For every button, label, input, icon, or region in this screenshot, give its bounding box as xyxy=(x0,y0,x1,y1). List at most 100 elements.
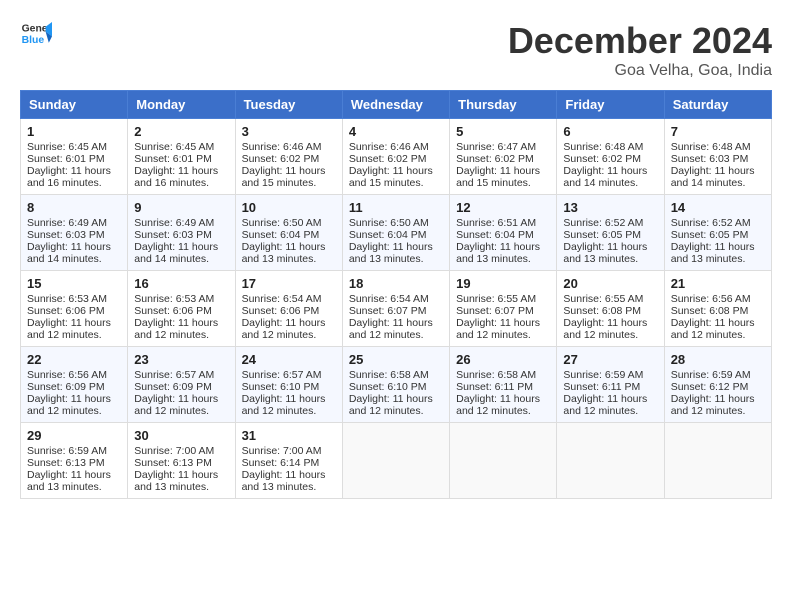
calendar-cell: 30 Sunrise: 7:00 AM Sunset: 6:13 PM Dayl… xyxy=(128,423,235,499)
sunset-label: Sunset: 6:03 PM xyxy=(671,153,749,165)
calendar-cell: 9 Sunrise: 6:49 AM Sunset: 6:03 PM Dayli… xyxy=(128,195,235,271)
weekday-header-wednesday: Wednesday xyxy=(342,91,449,119)
sunrise-label: Sunrise: 6:48 AM xyxy=(563,141,643,153)
calendar-cell: 11 Sunrise: 6:50 AM Sunset: 6:04 PM Dayl… xyxy=(342,195,449,271)
sunrise-label: Sunrise: 6:50 AM xyxy=(242,217,322,229)
daylight-label: Daylight: 11 hours and 13 minutes. xyxy=(242,241,326,265)
sunset-label: Sunset: 6:02 PM xyxy=(563,153,641,165)
sunrise-label: Sunrise: 6:56 AM xyxy=(27,369,107,381)
calendar-cell: 22 Sunrise: 6:56 AM Sunset: 6:09 PM Dayl… xyxy=(21,347,128,423)
calendar-cell: 2 Sunrise: 6:45 AM Sunset: 6:01 PM Dayli… xyxy=(128,119,235,195)
sunrise-label: Sunrise: 6:54 AM xyxy=(242,293,322,305)
sunrise-label: Sunrise: 6:58 AM xyxy=(456,369,536,381)
daylight-label: Daylight: 11 hours and 12 minutes. xyxy=(456,393,540,417)
day-number: 16 xyxy=(134,276,228,291)
daylight-label: Daylight: 11 hours and 12 minutes. xyxy=(671,393,755,417)
daylight-label: Daylight: 11 hours and 12 minutes. xyxy=(349,317,433,341)
weekday-header-thursday: Thursday xyxy=(450,91,557,119)
day-number: 22 xyxy=(27,352,121,367)
sunset-label: Sunset: 6:09 PM xyxy=(134,381,212,393)
sunrise-label: Sunrise: 6:58 AM xyxy=(349,369,429,381)
day-number: 14 xyxy=(671,200,765,215)
weekday-header-tuesday: Tuesday xyxy=(235,91,342,119)
sunset-label: Sunset: 6:09 PM xyxy=(27,381,105,393)
page-header: General Blue December 2024 Goa Velha, Go… xyxy=(20,20,772,80)
calendar-cell: 26 Sunrise: 6:58 AM Sunset: 6:11 PM Dayl… xyxy=(450,347,557,423)
daylight-label: Daylight: 11 hours and 12 minutes. xyxy=(563,393,647,417)
sunset-label: Sunset: 6:10 PM xyxy=(349,381,427,393)
sunset-label: Sunset: 6:02 PM xyxy=(242,153,320,165)
daylight-label: Daylight: 11 hours and 12 minutes. xyxy=(349,393,433,417)
day-number: 15 xyxy=(27,276,121,291)
sunset-label: Sunset: 6:03 PM xyxy=(27,229,105,241)
day-number: 5 xyxy=(456,124,550,139)
calendar-cell: 15 Sunrise: 6:53 AM Sunset: 6:06 PM Dayl… xyxy=(21,271,128,347)
daylight-label: Daylight: 11 hours and 14 minutes. xyxy=(671,165,755,189)
calendar-cell xyxy=(450,423,557,499)
day-number: 2 xyxy=(134,124,228,139)
sunset-label: Sunset: 6:04 PM xyxy=(349,229,427,241)
daylight-label: Daylight: 11 hours and 13 minutes. xyxy=(563,241,647,265)
sunrise-label: Sunrise: 6:53 AM xyxy=(27,293,107,305)
title-section: December 2024 Goa Velha, Goa, India xyxy=(508,20,772,80)
calendar-cell xyxy=(557,423,664,499)
sunrise-label: Sunrise: 6:52 AM xyxy=(671,217,751,229)
day-number: 18 xyxy=(349,276,443,291)
calendar-cell: 6 Sunrise: 6:48 AM Sunset: 6:02 PM Dayli… xyxy=(557,119,664,195)
daylight-label: Daylight: 11 hours and 12 minutes. xyxy=(242,317,326,341)
sunrise-label: Sunrise: 6:56 AM xyxy=(671,293,751,305)
sunrise-label: Sunrise: 6:50 AM xyxy=(349,217,429,229)
day-number: 6 xyxy=(563,124,657,139)
sunset-label: Sunset: 6:04 PM xyxy=(242,229,320,241)
location: Goa Velha, Goa, India xyxy=(508,62,772,80)
logo: General Blue xyxy=(20,20,52,48)
sunrise-label: Sunrise: 6:45 AM xyxy=(134,141,214,153)
daylight-label: Daylight: 11 hours and 12 minutes. xyxy=(671,317,755,341)
calendar-cell: 25 Sunrise: 6:58 AM Sunset: 6:10 PM Dayl… xyxy=(342,347,449,423)
sunset-label: Sunset: 6:01 PM xyxy=(27,153,105,165)
day-number: 28 xyxy=(671,352,765,367)
daylight-label: Daylight: 11 hours and 12 minutes. xyxy=(242,393,326,417)
calendar-cell: 27 Sunrise: 6:59 AM Sunset: 6:11 PM Dayl… xyxy=(557,347,664,423)
sunrise-label: Sunrise: 6:51 AM xyxy=(456,217,536,229)
logo-icon: General Blue xyxy=(20,20,52,48)
day-number: 17 xyxy=(242,276,336,291)
sunset-label: Sunset: 6:08 PM xyxy=(671,305,749,317)
day-number: 30 xyxy=(134,428,228,443)
calendar-cell: 19 Sunrise: 6:55 AM Sunset: 6:07 PM Dayl… xyxy=(450,271,557,347)
day-number: 27 xyxy=(563,352,657,367)
calendar-cell: 20 Sunrise: 6:55 AM Sunset: 6:08 PM Dayl… xyxy=(557,271,664,347)
day-number: 25 xyxy=(349,352,443,367)
calendar-cell: 23 Sunrise: 6:57 AM Sunset: 6:09 PM Dayl… xyxy=(128,347,235,423)
daylight-label: Daylight: 11 hours and 13 minutes. xyxy=(27,469,111,493)
calendar-cell: 18 Sunrise: 6:54 AM Sunset: 6:07 PM Dayl… xyxy=(342,271,449,347)
day-number: 7 xyxy=(671,124,765,139)
calendar-cell: 16 Sunrise: 6:53 AM Sunset: 6:06 PM Dayl… xyxy=(128,271,235,347)
sunset-label: Sunset: 6:01 PM xyxy=(134,153,212,165)
calendar-week-2: 8 Sunrise: 6:49 AM Sunset: 6:03 PM Dayli… xyxy=(21,195,772,271)
sunset-label: Sunset: 6:07 PM xyxy=(349,305,427,317)
calendar-cell: 7 Sunrise: 6:48 AM Sunset: 6:03 PM Dayli… xyxy=(664,119,771,195)
calendar-week-5: 29 Sunrise: 6:59 AM Sunset: 6:13 PM Dayl… xyxy=(21,423,772,499)
calendar-table: SundayMondayTuesdayWednesdayThursdayFrid… xyxy=(20,90,772,499)
sunrise-label: Sunrise: 6:57 AM xyxy=(242,369,322,381)
daylight-label: Daylight: 11 hours and 12 minutes. xyxy=(27,393,111,417)
weekday-header-row: SundayMondayTuesdayWednesdayThursdayFrid… xyxy=(21,91,772,119)
sunset-label: Sunset: 6:11 PM xyxy=(456,381,533,393)
day-number: 31 xyxy=(242,428,336,443)
daylight-label: Daylight: 11 hours and 13 minutes. xyxy=(242,469,326,493)
calendar-cell: 31 Sunrise: 7:00 AM Sunset: 6:14 PM Dayl… xyxy=(235,423,342,499)
sunset-label: Sunset: 6:02 PM xyxy=(456,153,534,165)
calendar-cell: 14 Sunrise: 6:52 AM Sunset: 6:05 PM Dayl… xyxy=(664,195,771,271)
sunset-label: Sunset: 6:07 PM xyxy=(456,305,534,317)
day-number: 9 xyxy=(134,200,228,215)
sunrise-label: Sunrise: 6:54 AM xyxy=(349,293,429,305)
sunrise-label: Sunrise: 6:46 AM xyxy=(349,141,429,153)
sunrise-label: Sunrise: 6:49 AM xyxy=(134,217,214,229)
sunrise-label: Sunrise: 6:49 AM xyxy=(27,217,107,229)
sunrise-label: Sunrise: 6:59 AM xyxy=(27,445,107,457)
calendar-cell: 29 Sunrise: 6:59 AM Sunset: 6:13 PM Dayl… xyxy=(21,423,128,499)
day-number: 1 xyxy=(27,124,121,139)
weekday-header-friday: Friday xyxy=(557,91,664,119)
sunset-label: Sunset: 6:11 PM xyxy=(563,381,640,393)
